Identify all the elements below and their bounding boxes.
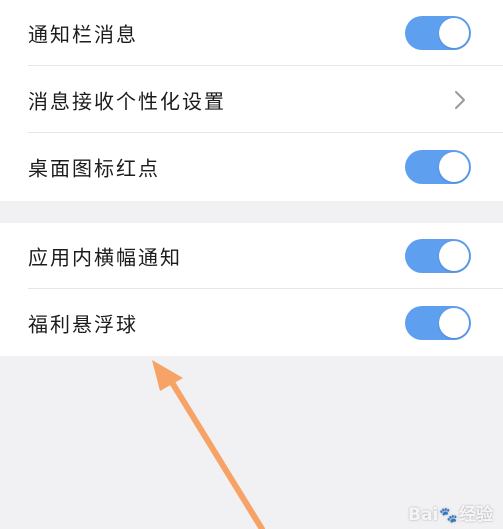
paw-logo-icon: 🐾 [439,506,458,524]
setting-label: 桌面图标红点 [28,156,160,181]
setting-label: 应用内横幅通知 [28,245,182,270]
settings-group-in-app: 应用内横幅通知 福利悬浮球 [0,223,503,356]
chevron-right-icon [455,91,465,109]
settings-group-notifications: 通知栏消息 消息接收个性化设置 桌面图标红点 [0,0,503,201]
in-app-banner-toggle[interactable] [405,239,471,273]
setting-label: 通知栏消息 [28,22,138,47]
setting-row-personalized-receive[interactable]: 消息接收个性化设置 [0,67,503,133]
watermark: Bai🐾经验 [408,500,493,525]
row-divider [28,65,503,66]
toggle-knob [439,308,469,338]
setting-row-desktop-badge[interactable]: 桌面图标红点 [0,134,503,200]
toggle-knob [439,241,469,271]
setting-label: 消息接收个性化设置 [28,89,226,114]
watermark-text-left: Bai [408,505,439,525]
setting-row-floating-ball[interactable]: 福利悬浮球 [0,290,503,356]
row-divider [28,132,503,133]
setting-row-notification-bar[interactable]: 通知栏消息 [0,0,503,66]
setting-row-in-app-banner[interactable]: 应用内横幅通知 [0,223,503,289]
toggle-knob [439,18,469,48]
toggle-knob [439,152,469,182]
desktop-badge-toggle[interactable] [405,150,471,184]
watermark-text-right: 经验 [459,505,493,525]
floating-ball-toggle[interactable] [405,306,471,340]
notification-bar-toggle[interactable] [405,16,471,50]
row-divider [28,288,503,289]
setting-label: 福利悬浮球 [28,312,138,337]
